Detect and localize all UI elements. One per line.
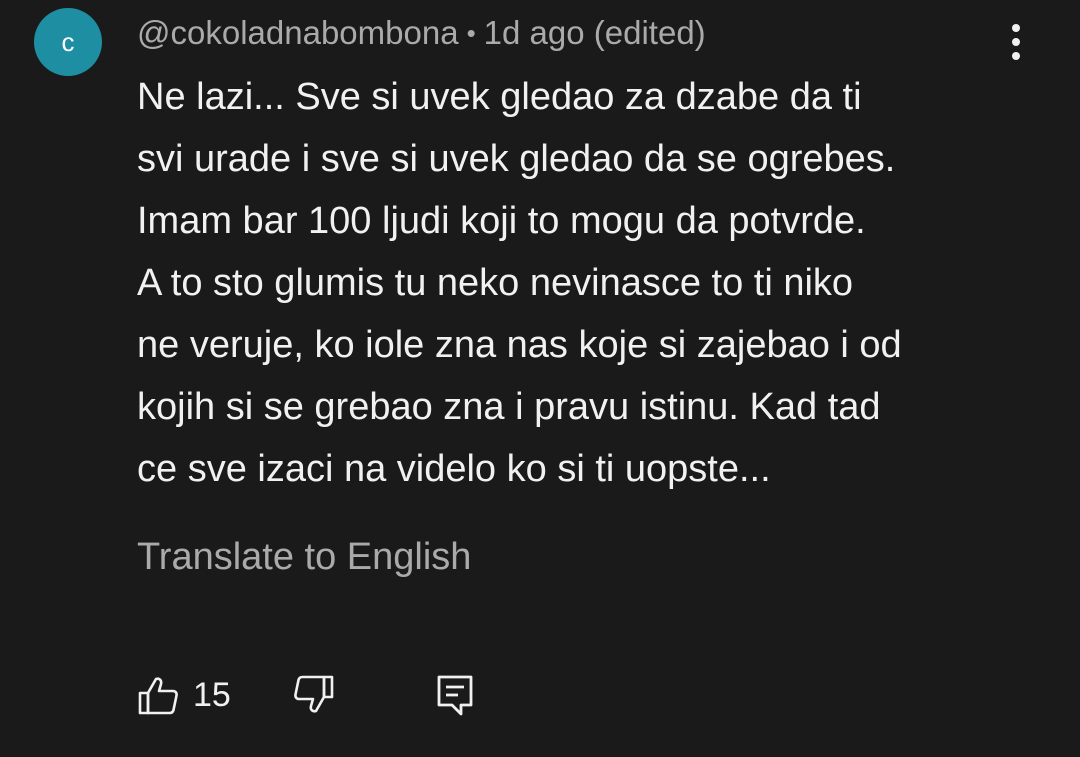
- comment-header: @cokoladnabombona • 1d ago (edited): [137, 14, 706, 52]
- comment-timestamp: 1d ago (edited): [483, 14, 706, 51]
- translate-link[interactable]: Translate to English: [137, 536, 471, 579]
- dislike-button[interactable]: [293, 674, 335, 716]
- avatar-letter: c: [61, 26, 75, 57]
- meta-separator: •: [466, 17, 476, 48]
- like-button[interactable]: 15: [137, 674, 231, 716]
- more-options-button[interactable]: [996, 22, 1036, 62]
- reply-icon: [437, 675, 473, 716]
- author-handle[interactable]: @cokoladnabombona: [137, 14, 459, 52]
- thumbs-up-icon: [138, 677, 178, 715]
- comment-body: Ne lazi... Sve si uvek gledao za dzabe d…: [137, 76, 902, 490]
- more-vertical-icon: [1012, 24, 1020, 60]
- comment-actions: 15: [137, 668, 475, 722]
- reply-button[interactable]: [435, 673, 475, 717]
- avatar[interactable]: c: [34, 8, 102, 76]
- like-count: 15: [193, 675, 231, 714]
- thumbs-down-icon: [293, 675, 334, 713]
